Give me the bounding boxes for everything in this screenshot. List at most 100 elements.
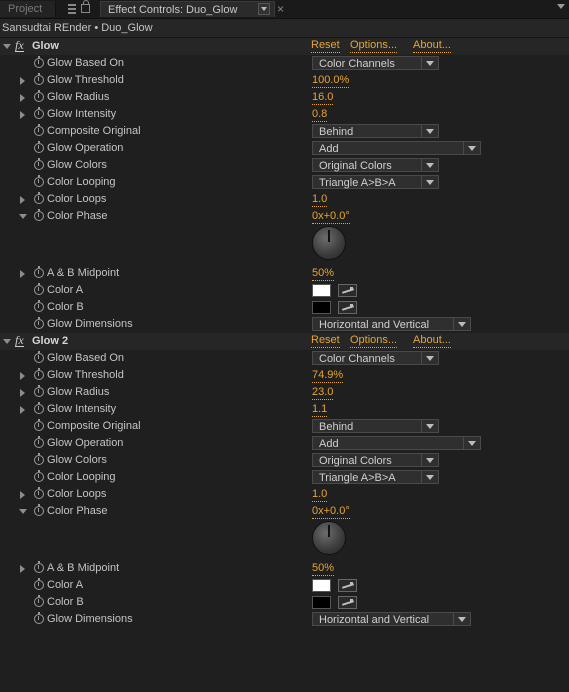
- color-looping-dropdown[interactable]: Triangle A>B>A: [312, 470, 439, 484]
- options-link[interactable]: Options...: [350, 334, 398, 348]
- color-loops-value[interactable]: 1.0: [312, 488, 328, 502]
- stopwatch-icon[interactable]: [34, 141, 44, 153]
- glow-operation-dropdown[interactable]: Add: [312, 141, 481, 155]
- expand-arrow-icon[interactable]: [20, 389, 25, 397]
- dropdown-value: Color Channels: [319, 353, 395, 365]
- stopwatch-icon[interactable]: [34, 283, 44, 295]
- glow-threshold-value[interactable]: 100.0%: [312, 74, 350, 88]
- expand-arrow-icon[interactable]: [20, 406, 25, 414]
- glow-dimensions-dropdown[interactable]: Horizontal and Vertical: [312, 612, 471, 626]
- eyedropper-icon[interactable]: [338, 596, 357, 609]
- expand-arrow-icon[interactable]: [20, 372, 25, 380]
- stopwatch-icon[interactable]: [34, 419, 44, 431]
- stopwatch-icon[interactable]: [34, 124, 44, 136]
- stopwatch-icon[interactable]: [34, 351, 44, 363]
- stopwatch-icon[interactable]: [34, 578, 44, 590]
- property-row: Color Phase 0x+0.0°: [0, 208, 569, 225]
- stopwatch-icon[interactable]: [34, 317, 44, 329]
- fx-icon[interactable]: fx: [15, 39, 24, 52]
- stopwatch-icon[interactable]: [34, 487, 44, 499]
- glow-colors-dropdown[interactable]: Original Colors: [312, 158, 439, 172]
- glow-based-on-dropdown[interactable]: Color Channels: [312, 351, 439, 365]
- fx-icon[interactable]: fx: [15, 334, 24, 347]
- stopwatch-icon[interactable]: [34, 266, 44, 278]
- stopwatch-icon[interactable]: [34, 56, 44, 68]
- color-phase-value[interactable]: 0x+0.0°: [312, 210, 350, 224]
- glow-operation-dropdown[interactable]: Add: [312, 436, 481, 450]
- tab-effect-controls[interactable]: Effect Controls: Duo_Glow: [100, 1, 275, 17]
- glow-based-on-dropdown[interactable]: Color Channels: [312, 56, 439, 70]
- color-b-swatch[interactable]: [312, 301, 331, 314]
- glow-colors-dropdown[interactable]: Original Colors: [312, 453, 439, 467]
- effect-header-glow-2[interactable]: fx Glow 2 Reset Options... About...: [0, 333, 569, 350]
- color-phase-dial[interactable]: [312, 226, 346, 260]
- color-a-swatch[interactable]: [312, 579, 331, 592]
- panel-options-icon[interactable]: [557, 4, 565, 9]
- stopwatch-icon[interactable]: [34, 192, 44, 204]
- stopwatch-icon[interactable]: [34, 561, 44, 573]
- expand-arrow-icon[interactable]: [20, 565, 25, 573]
- property-row: Composite Original Behind: [0, 123, 569, 140]
- stopwatch-icon[interactable]: [34, 90, 44, 102]
- stopwatch-icon[interactable]: [34, 73, 44, 85]
- color-phase-value[interactable]: 0x+0.0°: [312, 505, 350, 519]
- stopwatch-icon[interactable]: [34, 209, 44, 221]
- collapse-arrow-icon[interactable]: [3, 44, 11, 49]
- stopwatch-icon[interactable]: [34, 175, 44, 187]
- eyedropper-icon[interactable]: [338, 284, 357, 297]
- reset-link[interactable]: Reset: [311, 334, 340, 348]
- expand-arrow-icon[interactable]: [20, 111, 25, 119]
- dropdown-value: Horizontal and Vertical: [319, 614, 430, 626]
- stopwatch-icon[interactable]: [34, 158, 44, 170]
- lock-icon[interactable]: [81, 0, 90, 13]
- about-link[interactable]: About...: [413, 334, 451, 348]
- glow-threshold-value[interactable]: 74.9%: [312, 369, 344, 383]
- stopwatch-icon[interactable]: [34, 385, 44, 397]
- color-loops-value[interactable]: 1.0: [312, 193, 328, 207]
- color-a-swatch[interactable]: [312, 284, 331, 297]
- composite-original-dropdown[interactable]: Behind: [312, 124, 439, 138]
- expand-arrow-icon[interactable]: [20, 77, 25, 85]
- expand-arrow-icon[interactable]: [20, 270, 25, 278]
- glow-radius-value[interactable]: 16.0: [312, 91, 334, 105]
- property-label: Composite Original: [47, 125, 141, 137]
- property-row: Glow Based On Color Channels: [0, 55, 569, 72]
- chevron-down-icon[interactable]: [258, 3, 270, 15]
- stopwatch-icon[interactable]: [34, 107, 44, 119]
- eyedropper-icon[interactable]: [338, 301, 357, 314]
- stopwatch-icon[interactable]: [34, 504, 44, 516]
- glow-radius-value[interactable]: 23.0: [312, 386, 334, 400]
- effect-header-glow[interactable]: fx Glow Reset Options... About...: [0, 38, 569, 55]
- ab-midpoint-value[interactable]: 50%: [312, 562, 335, 576]
- eyedropper-icon[interactable]: [338, 579, 357, 592]
- collapse-arrow-icon[interactable]: [3, 339, 11, 344]
- options-link[interactable]: Options...: [350, 39, 398, 53]
- expand-arrow-icon[interactable]: [20, 491, 25, 499]
- dropdown-value: Original Colors: [319, 455, 392, 467]
- color-b-swatch[interactable]: [312, 596, 331, 609]
- glow-intensity-value[interactable]: 1.1: [312, 403, 328, 417]
- close-icon[interactable]: ×: [277, 1, 284, 17]
- stopwatch-icon[interactable]: [34, 595, 44, 607]
- stopwatch-icon[interactable]: [34, 368, 44, 380]
- color-phase-dial[interactable]: [312, 521, 346, 555]
- composite-original-dropdown[interactable]: Behind: [312, 419, 439, 433]
- stopwatch-icon[interactable]: [34, 402, 44, 414]
- glow-dimensions-dropdown[interactable]: Horizontal and Vertical: [312, 317, 471, 331]
- stopwatch-icon[interactable]: [34, 436, 44, 448]
- stopwatch-icon[interactable]: [34, 453, 44, 465]
- collapse-arrow-icon[interactable]: [19, 214, 27, 219]
- reset-link[interactable]: Reset: [311, 39, 340, 53]
- color-looping-dropdown[interactable]: Triangle A>B>A: [312, 175, 439, 189]
- ab-midpoint-value[interactable]: 50%: [312, 267, 335, 281]
- about-link[interactable]: About...: [413, 39, 451, 53]
- panel-menu-icon[interactable]: [68, 4, 76, 14]
- expand-arrow-icon[interactable]: [20, 94, 25, 102]
- stopwatch-icon[interactable]: [34, 300, 44, 312]
- expand-arrow-icon[interactable]: [20, 196, 25, 204]
- stopwatch-icon[interactable]: [34, 470, 44, 482]
- stopwatch-icon[interactable]: [34, 612, 44, 624]
- collapse-arrow-icon[interactable]: [19, 509, 27, 514]
- glow-intensity-value[interactable]: 0.8: [312, 108, 328, 122]
- tab-project[interactable]: Project: [0, 1, 56, 17]
